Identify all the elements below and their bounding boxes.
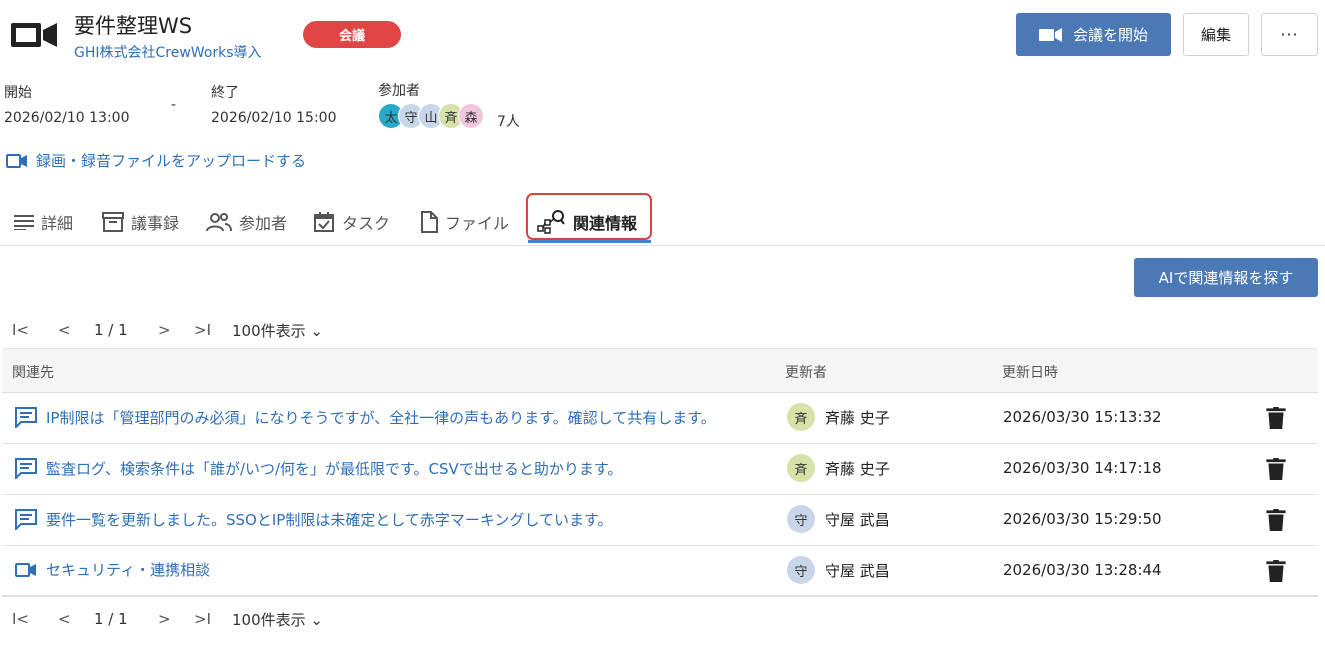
file-icon [421, 210, 438, 233]
tab-label: ファイル [445, 213, 510, 233]
video-camera-icon [6, 153, 27, 168]
related-link[interactable]: 監査ログ、検索条件は「誰が/いつ/何を」が最低限です。CSVで出せると助かります… [14, 457, 776, 479]
start-meeting-button[interactable]: 会議を開始 [1016, 13, 1171, 56]
participant-count: 7人 [497, 114, 520, 130]
avatar[interactable]: 斉 [787, 403, 815, 431]
project-link[interactable]: GHI株式会社CrewWorks導入 [74, 42, 262, 62]
updater: 斉 斉藤 史子 [787, 454, 890, 482]
trash-icon[interactable] [1266, 560, 1286, 582]
per-page-label: 100件表示 [232, 321, 306, 340]
first-page-icon[interactable]: I< [12, 321, 46, 339]
end-value: 2026/02/10 15:00 [211, 110, 337, 126]
updater-name: 斉藤 史子 [825, 408, 890, 427]
start-label: 開始 [4, 85, 32, 101]
start-meeting-label: 会議を開始 [1072, 27, 1148, 44]
page-indicator: 1 / 1 [94, 321, 128, 339]
updater: 守 守屋 武昌 [787, 556, 890, 584]
avatar[interactable]: 森 [458, 103, 484, 129]
avatar[interactable]: 守 [787, 556, 815, 584]
start-value: 2026/02/10 13:00 [4, 110, 130, 126]
table-row: セキュリティ・連携相談 守 守屋 武昌 2026/03/30 13:28:44 [2, 546, 1318, 597]
people-icon [206, 212, 232, 231]
updater: 守 守屋 武昌 [787, 505, 890, 533]
chevron-down-icon: ⌄ [310, 610, 323, 629]
updater-name: 斉藤 史子 [825, 459, 890, 478]
tab-participants[interactable]: 参加者 [206, 198, 287, 245]
video-camera-icon [1038, 27, 1062, 42]
updated-at: 2026/03/30 15:29:50 [1003, 510, 1162, 528]
video-camera-icon [11, 23, 57, 47]
comment-icon [15, 407, 37, 428]
related-link[interactable]: 要件一覧を更新しました。SSOとIP制限は未確定として赤字マーキングしています。 [14, 508, 776, 530]
more-options-button[interactable]: ··· [1261, 13, 1318, 56]
related-text: 監査ログ、検索条件は「誰が/いつ/何を」が最低限です。CSVで出せると助かります… [46, 459, 623, 478]
video-icon [15, 562, 36, 577]
updated-at: 2026/03/30 15:13:32 [1003, 408, 1162, 426]
tab-label: タスク [342, 213, 391, 233]
column-header-updated-at[interactable]: 更新日時 [1002, 362, 1058, 382]
column-header-updater[interactable]: 更新者 [785, 362, 827, 382]
list-icon [14, 214, 34, 230]
table-row: 要件一覧を更新しました。SSOとIP制限は未確定として赤字マーキングしています。… [2, 495, 1318, 546]
tab-files[interactable]: ファイル [420, 198, 509, 245]
tab-tasks[interactable]: タスク [313, 198, 390, 245]
related-link[interactable]: IP制限は「管理部門のみ必須」になりそうですが、全社一律の声もあります。確認して… [14, 406, 776, 428]
prev-page-icon[interactable]: < [58, 321, 94, 339]
pagination-top: I< < 1 / 1 > >I 100件表示 ⌄ [12, 318, 323, 342]
next-page-icon[interactable]: > [158, 321, 194, 339]
ai-find-related-button[interactable]: AIで関連情報を探す [1134, 258, 1318, 297]
upload-recording-link[interactable]: 録画・録音ファイルをアップロードする [6, 150, 306, 171]
related-text: 要件一覧を更新しました。SSOとIP制限は未確定として赤字マーキングしています。 [46, 510, 613, 529]
per-page-label: 100件表示 [232, 610, 306, 629]
per-page-select[interactable]: 100件表示 ⌄ [232, 320, 323, 341]
tab-label: 参加者 [239, 213, 288, 233]
updater-name: 守屋 武昌 [825, 510, 890, 529]
table-header: 関連先 更新者 更新日時 [2, 348, 1318, 393]
updater: 斉 斉藤 史子 [787, 403, 890, 431]
table-row: IP制限は「管理部門のみ必須」になりそうですが、全社一律の声もあります。確認して… [2, 393, 1318, 444]
next-page-icon[interactable]: > [158, 610, 194, 628]
first-page-icon[interactable]: I< [12, 610, 46, 628]
upload-recording-label: 録画・録音ファイルをアップロードする [36, 152, 307, 170]
participants-label: 参加者 [378, 83, 420, 99]
date-separator: - [171, 97, 177, 113]
tab-details[interactable]: 詳細 [14, 198, 73, 245]
avatar[interactable]: 斉 [787, 454, 815, 482]
pagination-bottom: I< < 1 / 1 > >I 100件表示 ⌄ [12, 607, 323, 631]
related-text: セキュリティ・連携相談 [46, 561, 211, 579]
tab-minutes[interactable]: 議事録 [102, 198, 179, 245]
per-page-select[interactable]: 100件表示 ⌄ [232, 609, 323, 630]
tab-highlight-box [526, 193, 652, 240]
archive-icon [102, 211, 124, 232]
last-page-icon[interactable]: >I [194, 610, 232, 628]
column-header-related[interactable]: 関連先 [12, 362, 54, 382]
participant-avatars[interactable]: 太 守 山 斉 森 [378, 103, 484, 131]
updated-at: 2026/03/30 14:17:18 [1003, 459, 1162, 477]
related-link[interactable]: セキュリティ・連携相談 [14, 559, 776, 580]
chevron-down-icon: ⌄ [310, 321, 323, 340]
updater-name: 守屋 武昌 [825, 561, 890, 580]
tab-label: 議事録 [131, 213, 180, 233]
tab-bar: 詳細 議事録 参加者 タスク ファイル 関連情報 [0, 198, 1325, 246]
updated-at: 2026/03/30 13:28:44 [1003, 561, 1162, 579]
active-tab-indicator [528, 240, 651, 243]
meeting-type-badge: 会議 [303, 21, 401, 48]
end-label: 終了 [211, 85, 239, 101]
table-row: 監査ログ、検索条件は「誰が/いつ/何を」が最低限です。CSVで出せると助かります… [2, 444, 1318, 495]
meeting-title: 要件整理WS [74, 14, 193, 38]
edit-button[interactable]: 編集 [1183, 13, 1249, 56]
trash-icon[interactable] [1266, 458, 1286, 480]
related-info-table: 関連先 更新者 更新日時 IP制限は「管理部門のみ必須」になりそうですが、全社一… [2, 348, 1318, 597]
related-text: IP制限は「管理部門のみ必須」になりそうですが、全社一律の声もあります。確認して… [46, 408, 716, 427]
trash-icon[interactable] [1266, 407, 1286, 429]
tab-label: 詳細 [41, 213, 74, 233]
avatar[interactable]: 守 [787, 505, 815, 533]
comment-icon [15, 458, 37, 479]
page-indicator: 1 / 1 [94, 610, 128, 628]
trash-icon[interactable] [1266, 509, 1286, 531]
prev-page-icon[interactable]: < [58, 610, 94, 628]
last-page-icon[interactable]: >I [194, 321, 232, 339]
comment-icon [15, 509, 37, 530]
calendar-check-icon [314, 211, 334, 232]
